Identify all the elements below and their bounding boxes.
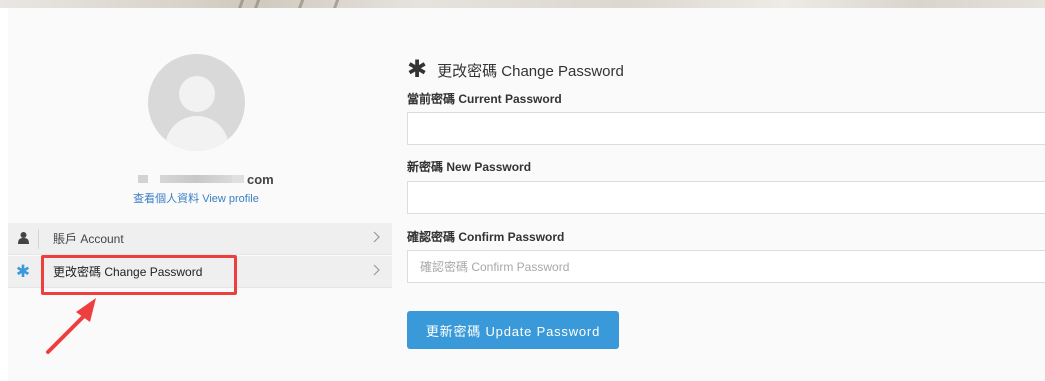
header-banner-image: [0, 0, 1045, 8]
confirm-password-label: 確認密碼 Confirm Password: [407, 230, 565, 244]
user-email: com: [138, 171, 274, 187]
sidebar-item-label: 更改密碼 Change Password: [53, 265, 203, 279]
update-password-button[interactable]: 更新密碼 Update Password: [407, 311, 619, 349]
confirm-password-field[interactable]: [407, 250, 1045, 283]
sidebar-item-account[interactable]: 賬戶 Account: [8, 223, 392, 255]
avatar-head: [179, 76, 215, 112]
redacted-text: [232, 175, 244, 183]
banner-detail: [253, 0, 262, 8]
user-icon: [8, 231, 38, 247]
annotation-arrow-icon: [46, 298, 96, 354]
current-password-label: 當前密碼 Current Password: [407, 92, 562, 106]
chevron-right-icon: [362, 230, 392, 248]
avatar-icon: [148, 54, 245, 151]
divider: [38, 228, 39, 249]
email-suffix: com: [247, 171, 274, 187]
chevron-right-icon: [362, 263, 392, 281]
sidebar-item-label: 賬戶 Account: [53, 232, 124, 246]
banner-detail: [237, 0, 246, 8]
redacted-text: [138, 175, 148, 183]
view-profile-link[interactable]: 查看個人資料 View profile: [96, 190, 296, 206]
current-password-field[interactable]: [407, 112, 1045, 145]
new-password-label: 新密碼 New Password: [407, 160, 532, 174]
avatar-body: [165, 116, 229, 151]
page-title-text: 更改密碼 Change Password: [437, 62, 624, 80]
new-password-field[interactable]: [407, 181, 1045, 214]
asterisk-icon: ✱: [407, 56, 428, 83]
sidebar-item-change-password[interactable]: ✱ 更改密碼 Change Password: [8, 256, 392, 288]
banner-detail: [297, 0, 306, 8]
redacted-text: [160, 175, 232, 183]
asterisk-icon: ✱: [15, 261, 31, 281]
page-title: ✱ 更改密碼 Change Password: [407, 58, 624, 82]
banner-detail: [332, 0, 341, 8]
